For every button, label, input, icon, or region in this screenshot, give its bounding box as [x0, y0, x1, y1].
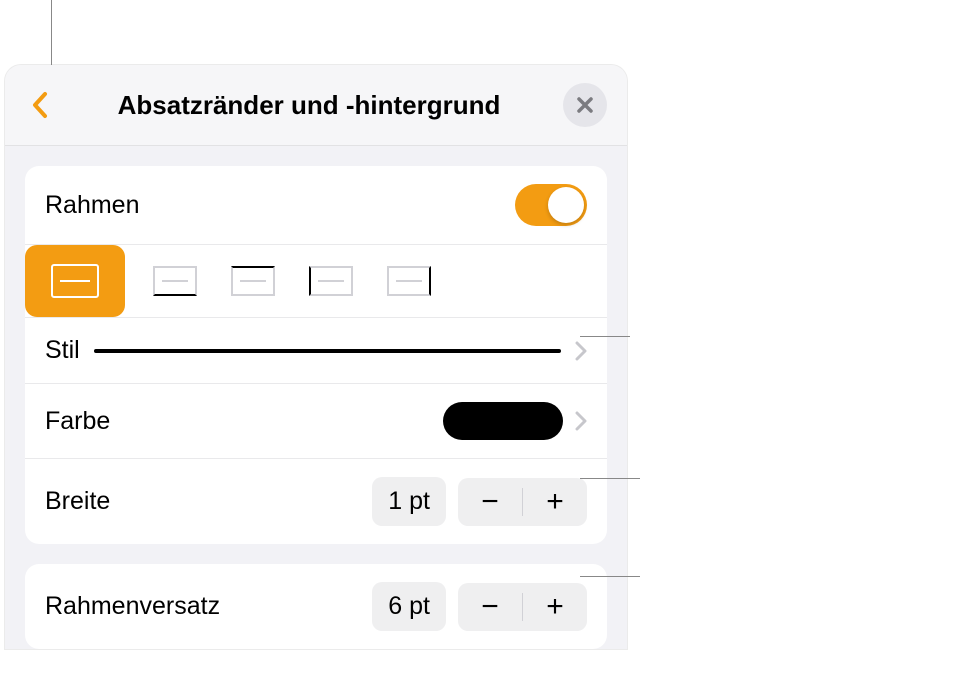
border-right-icon: [387, 266, 431, 296]
rahmenversatz-increment[interactable]: +: [523, 583, 587, 631]
stil-row[interactable]: Stil: [25, 318, 607, 384]
close-icon: [575, 95, 595, 115]
border-type-top[interactable]: [225, 263, 281, 299]
rahmenversatz-decrement[interactable]: −: [458, 583, 522, 631]
border-type-right[interactable]: [381, 263, 437, 299]
rahmenversatz-value: 6 pt: [372, 582, 446, 631]
rahmenversatz-stepper: − +: [458, 583, 587, 631]
panel-title: Absatzränder und -hintergrund: [55, 90, 563, 121]
chevron-right-icon: [575, 341, 587, 361]
rahmenversatz-row: Rahmenversatz 6 pt − +: [25, 564, 607, 649]
border-type-bottom[interactable]: [147, 263, 203, 299]
chevron-right-icon: [575, 411, 587, 431]
close-button[interactable]: [563, 83, 607, 127]
stil-label: Stil: [45, 336, 80, 365]
breite-label: Breite: [45, 487, 110, 516]
breite-row: Breite 1 pt − +: [25, 459, 607, 544]
callout-line-rahmenversatz: [580, 576, 640, 577]
color-swatch: [443, 402, 563, 440]
callout-line-stil: [580, 336, 630, 337]
farbe-row[interactable]: Farbe: [25, 384, 607, 459]
border-all-icon: [51, 264, 99, 298]
settings-panel: Absatzränder und -hintergrund Rahmen: [5, 65, 627, 649]
rahmen-section: Rahmen Stil: [25, 166, 607, 544]
border-type-all[interactable]: [25, 245, 125, 317]
rahmen-row: Rahmen: [25, 166, 607, 245]
border-top-icon: [231, 266, 275, 296]
border-types-row: [25, 245, 607, 318]
breite-value: 1 pt: [372, 477, 446, 526]
panel-header: Absatzränder und -hintergrund: [5, 65, 627, 146]
rahmenversatz-section: Rahmenversatz 6 pt − +: [25, 564, 607, 649]
chevron-left-icon: [31, 91, 49, 119]
callout-line-vertical: [51, 0, 52, 65]
back-button[interactable]: [25, 90, 55, 120]
border-left-icon: [309, 266, 353, 296]
line-style-preview: [94, 349, 561, 353]
callout-line-breite: [580, 478, 640, 479]
farbe-label: Farbe: [45, 407, 110, 436]
border-bottom-icon: [153, 266, 197, 296]
breite-decrement[interactable]: −: [458, 478, 522, 526]
breite-stepper: − +: [458, 478, 587, 526]
rahmen-toggle[interactable]: [515, 184, 587, 226]
rahmen-label: Rahmen: [45, 191, 140, 220]
breite-increment[interactable]: +: [523, 478, 587, 526]
border-type-left[interactable]: [303, 263, 359, 299]
rahmenversatz-label: Rahmenversatz: [45, 592, 220, 621]
